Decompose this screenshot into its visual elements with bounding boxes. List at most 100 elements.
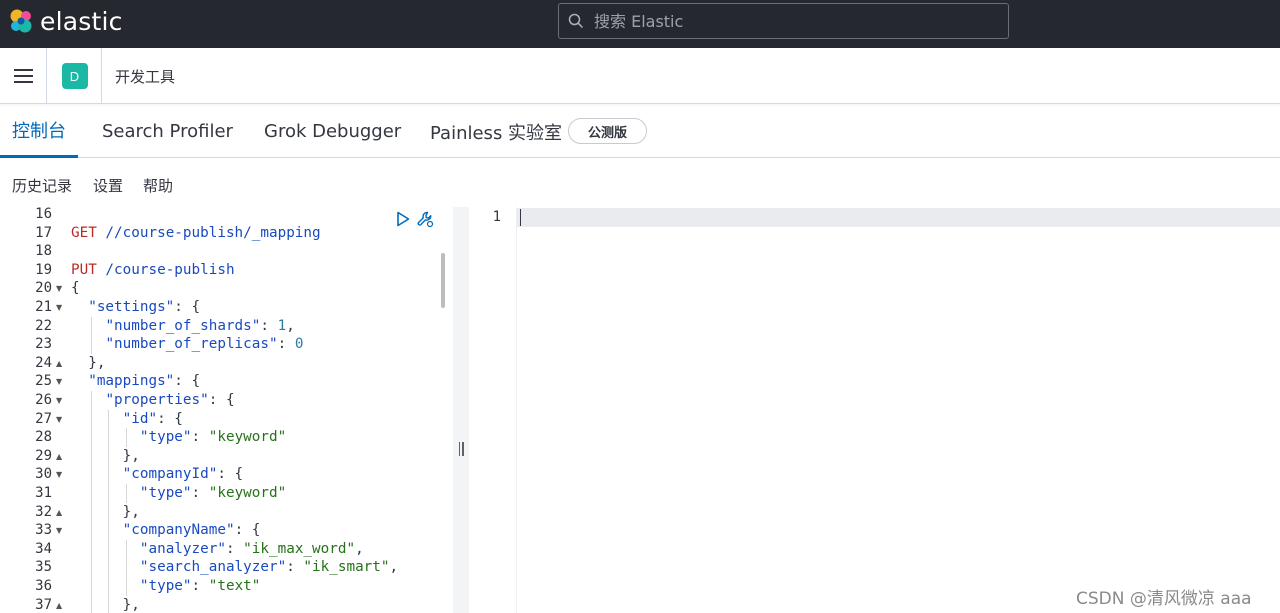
code-line[interactable]: "companyName": { — [71, 521, 261, 540]
code-line[interactable]: "search_analyzer": "ik_smart", — [71, 558, 398, 577]
elastic-logo-icon — [10, 9, 32, 33]
line-number: 31 — [35, 485, 52, 501]
tab-console[interactable]: 控制台 — [0, 105, 78, 158]
space-avatar: D — [61, 63, 88, 89]
code-line[interactable]: }, — [71, 503, 140, 522]
line-number: 18 — [35, 243, 52, 260]
fold-close-icon[interactable]: ▲ — [56, 354, 64, 373]
pane-divider[interactable] — [453, 207, 469, 613]
output-line-number: 1 — [492, 209, 501, 225]
indent-guide — [125, 539, 127, 559]
space-selector-button[interactable]: D — [48, 48, 102, 104]
response-output[interactable]: 1 — [469, 207, 1280, 613]
request-editor[interactable]: 16 17 18 19 20 ▼ 21 ▼ 22 23 24 ▲ 25 ▼ 26 ▼ 27 ▼ 28 29 ▲ 30 ▼ 31… — [0, 207, 453, 613]
line-number: 21 — [35, 299, 52, 315]
search-icon — [568, 13, 584, 29]
line-number: 25 — [35, 373, 52, 390]
indent-guide — [91, 409, 93, 429]
line-number: 19 — [35, 261, 52, 278]
menu-toggle-button[interactable] — [0, 48, 47, 104]
indent-guide — [91, 428, 93, 447]
watermark: CSDN @清风微凉 aaa — [1076, 589, 1252, 609]
indent-guide — [91, 446, 93, 466]
indent-guide — [108, 595, 110, 613]
breadcrumb-bar: D 开发工具 — [0, 48, 1280, 104]
indent-guide — [125, 484, 127, 503]
indent-guide — [91, 595, 93, 613]
indent-guide — [91, 465, 93, 484]
fold-open-icon[interactable]: ▼ — [56, 372, 64, 391]
line-number: 23 — [35, 336, 52, 353]
fold-open-icon[interactable]: ▼ — [56, 465, 64, 484]
code-line[interactable]: "number_of_shards": 1, — [71, 317, 294, 336]
code-line[interactable]: "settings": { — [71, 298, 200, 317]
indent-guide — [108, 539, 110, 559]
code-line[interactable]: GET //course-publish/_mapping — [71, 224, 321, 243]
indent-guide — [108, 577, 110, 596]
send-request-play-icon[interactable] — [396, 211, 410, 227]
code-line[interactable]: }, — [71, 354, 105, 373]
hamburger-icon — [13, 81, 33, 83]
fold-open-icon[interactable]: ▼ — [56, 410, 64, 429]
code-line[interactable]: { — [71, 279, 80, 298]
fold-open-icon[interactable]: ▼ — [56, 279, 64, 298]
line-number: 30 — [35, 466, 52, 483]
fold-close-icon[interactable]: ▲ — [56, 596, 64, 613]
indent-guide — [91, 316, 93, 336]
fold-close-icon[interactable]: ▲ — [56, 503, 64, 522]
elastic-logo[interactable]: elastic — [8, 6, 123, 36]
search-input[interactable] — [594, 11, 994, 31]
code-line[interactable]: }, — [71, 447, 140, 466]
code-line[interactable]: "analyzer": "ik_max_word", — [71, 540, 364, 559]
line-number: 20 — [35, 280, 52, 297]
line-number: 27 — [35, 410, 52, 427]
indent-guide — [91, 484, 93, 503]
fold-open-icon[interactable]: ▼ — [56, 298, 64, 317]
code-line[interactable]: "properties": { — [71, 391, 234, 410]
resize-handle-icon[interactable] — [456, 442, 466, 460]
indent-guide — [108, 428, 110, 447]
global-search[interactable] — [558, 3, 1009, 39]
indent-guide — [108, 521, 110, 540]
code-line[interactable]: PUT /course-publish — [71, 261, 235, 280]
line-number: 22 — [35, 317, 52, 334]
line-number: 34 — [35, 540, 52, 557]
code-line[interactable]: "type": "text" — [71, 577, 261, 596]
indent-guide — [125, 428, 127, 447]
editor-scrollbar[interactable] — [441, 253, 445, 308]
fold-open-icon[interactable]: ▼ — [56, 521, 64, 540]
help-link[interactable]: 帮助 — [143, 175, 173, 196]
code-line[interactable]: "companyId": { — [71, 465, 244, 484]
active-line-highlight — [469, 208, 1280, 227]
history-link[interactable]: 历史记录 — [12, 175, 72, 196]
indent-guide — [91, 577, 93, 596]
indent-guide — [108, 484, 110, 503]
code-line[interactable]: "type": "keyword" — [71, 484, 286, 503]
indent-guide — [91, 558, 93, 577]
code-line[interactable]: "number_of_replicas": 0 — [71, 335, 303, 354]
hamburger-icon — [13, 69, 33, 71]
output-gutter — [469, 207, 517, 613]
line-number: 35 — [35, 559, 52, 576]
line-number: 32 — [35, 503, 52, 520]
line-number: 36 — [35, 578, 52, 594]
indent-guide — [108, 558, 110, 577]
code-line[interactable]: "id": { — [71, 410, 183, 429]
hamburger-icon — [13, 75, 33, 77]
code-line[interactable]: "type": "keyword" — [71, 428, 286, 447]
line-number: 17 — [35, 224, 52, 241]
text-cursor — [520, 209, 521, 226]
indent-guide — [108, 446, 110, 466]
code-line[interactable]: }, — [71, 596, 140, 613]
wrench-icon[interactable] — [416, 210, 434, 228]
editor-code-area[interactable]: GET //course-publish/_mapping PUT /course… — [67, 207, 453, 613]
indent-guide — [91, 521, 93, 540]
tab-painless-lab[interactable]: Painless 实验室 — [430, 105, 562, 158]
indent-guide — [108, 409, 110, 429]
code-line[interactable]: "mappings": { — [71, 372, 200, 391]
fold-close-icon[interactable]: ▲ — [56, 447, 64, 466]
tab-search-profiler[interactable]: Search Profiler — [102, 105, 233, 158]
fold-open-icon[interactable]: ▼ — [56, 391, 64, 410]
tab-grok-debugger[interactable]: Grok Debugger — [264, 105, 401, 158]
settings-link[interactable]: 设置 — [93, 175, 123, 196]
